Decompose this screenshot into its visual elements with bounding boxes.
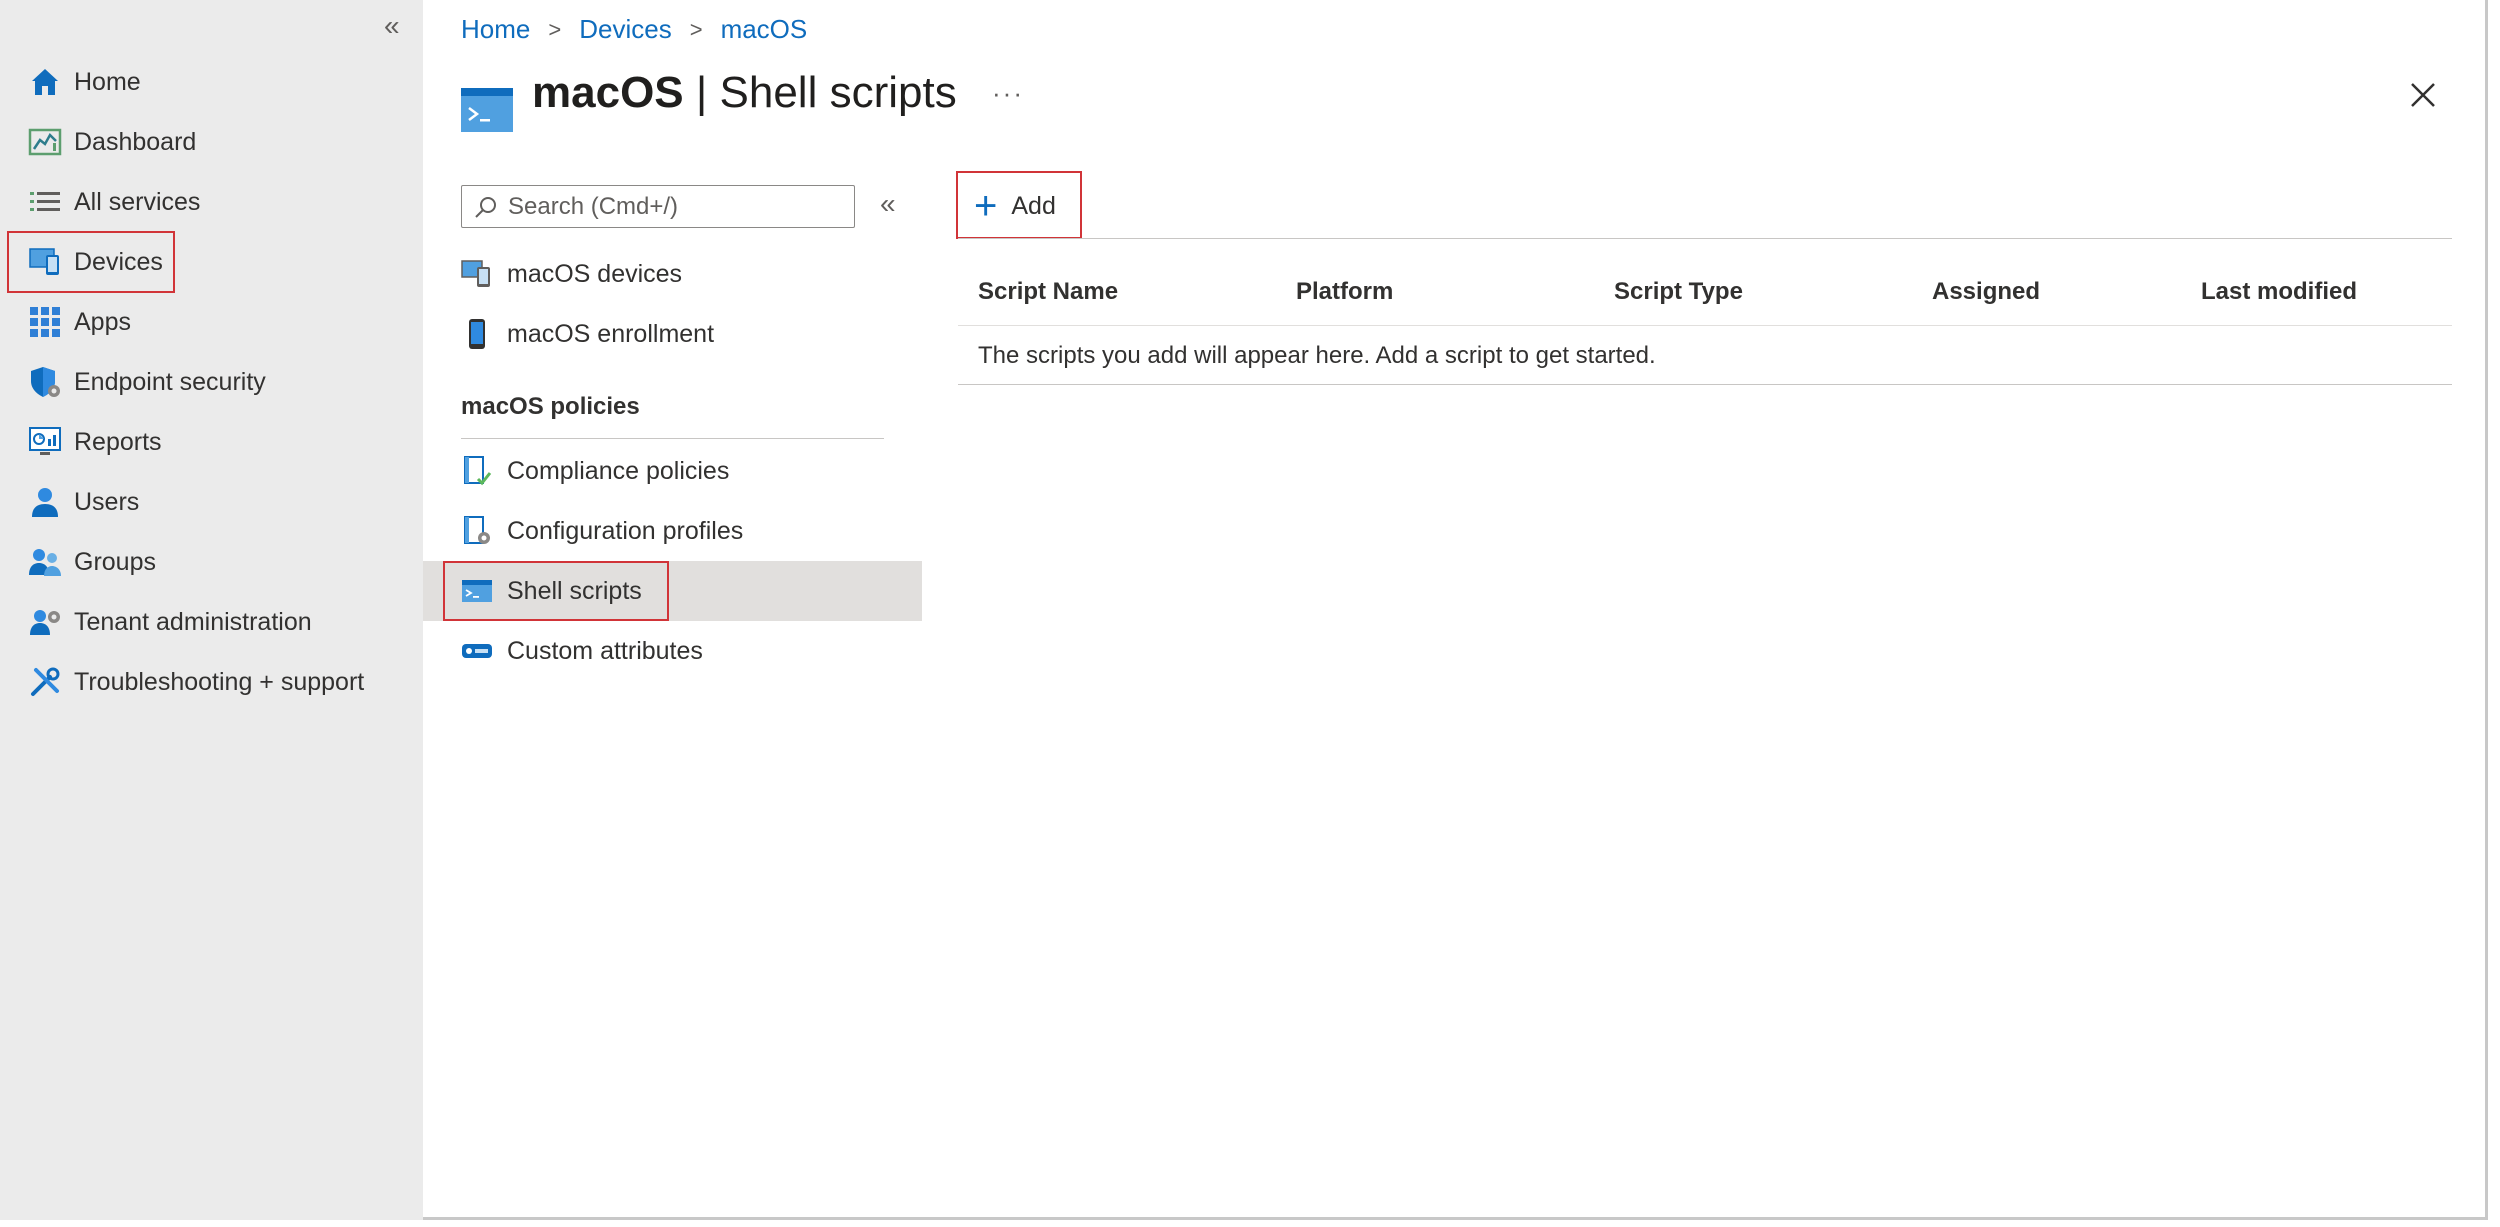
nav-item-tenant-administration[interactable]: Tenant administration [28, 592, 312, 652]
nav-item-apps[interactable]: Apps [28, 292, 131, 352]
more-options-button[interactable]: ··· [992, 78, 1024, 109]
macos-devices-icon [461, 258, 493, 290]
breadcrumb-devices[interactable]: Devices [579, 14, 671, 45]
tenant-admin-icon [28, 605, 62, 639]
nav-item-home[interactable]: Home [28, 52, 141, 112]
app-window: « Home Dashboard All services Devices Ap… [0, 0, 2488, 1220]
shield-gear-icon [28, 365, 62, 399]
search-icon [475, 196, 496, 218]
subnav-item-configuration-profiles[interactable]: Configuration profiles [461, 501, 743, 561]
custom-attributes-icon [461, 635, 493, 667]
left-navigation: « Home Dashboard All services Devices Ap… [0, 0, 423, 1220]
nav-item-label: Home [74, 67, 141, 96]
column-header-last-modified[interactable]: Last modified [2201, 278, 2357, 306]
breadcrumb-macos[interactable]: macOS [721, 14, 808, 45]
nav-item-reports[interactable]: Reports [28, 412, 162, 472]
column-header-script-name[interactable]: Script Name [978, 278, 1118, 306]
section-title-macos-policies: macOS policies [461, 393, 640, 420]
column-header-platform[interactable]: Platform [1296, 278, 1393, 306]
subnav-item-macos-devices[interactable]: macOS devices [461, 244, 682, 304]
table-bottom-divider [958, 384, 2452, 385]
add-highlight-box [956, 171, 1082, 239]
groups-icon [28, 545, 62, 579]
phone-enrollment-icon [461, 318, 493, 350]
nav-item-dashboard[interactable]: Dashboard [28, 112, 196, 172]
toolbar-divider [958, 238, 2452, 239]
apps-grid-icon [28, 305, 62, 339]
dashboard-icon [28, 125, 62, 159]
nav-item-troubleshooting-support[interactable]: Troubleshooting + support [28, 652, 364, 712]
nav-item-groups[interactable]: Groups [28, 532, 156, 592]
nav-item-label: Reports [74, 427, 162, 456]
table-header-divider [958, 325, 2452, 326]
breadcrumb: Home > Devices > macOS [461, 14, 807, 45]
subnav-item-label: Configuration profiles [507, 516, 744, 545]
nav-item-users[interactable]: Users [28, 472, 139, 532]
nav-item-label: Users [74, 487, 140, 516]
nav-item-label: Groups [74, 547, 156, 576]
nav-item-all-services[interactable]: All services [28, 172, 200, 232]
devices-highlight-box [7, 231, 175, 293]
search-placeholder: Search (Cmd+/) [508, 192, 679, 220]
config-profile-icon [461, 515, 493, 547]
subnav-item-label: Custom attributes [507, 636, 703, 665]
column-header-assigned[interactable]: Assigned [1932, 278, 2040, 306]
collapse-subnav-icon[interactable]: « [880, 188, 896, 220]
tools-icon [28, 665, 62, 699]
nav-item-label: Endpoint security [74, 367, 266, 396]
shell-scripts-highlight-box [443, 561, 669, 621]
chevron-right-icon: > [689, 16, 703, 42]
nav-item-label: Tenant administration [74, 607, 312, 636]
search-input[interactable]: Search (Cmd+/) [461, 185, 855, 228]
subnav-item-custom-attributes[interactable]: Custom attributes [461, 621, 703, 681]
nav-item-label: All services [74, 187, 201, 216]
section-divider [461, 438, 884, 439]
nav-item-label: Troubleshooting + support [74, 667, 365, 696]
subnav-item-label: macOS enrollment [507, 319, 715, 348]
chevron-right-icon: > [548, 16, 562, 42]
shell-script-icon [461, 88, 513, 132]
reports-icon [28, 425, 62, 459]
subnav-item-label: Compliance policies [507, 456, 730, 485]
nav-item-label: Dashboard [74, 127, 197, 156]
user-icon [28, 485, 62, 519]
subnav-item-label: macOS devices [507, 259, 683, 288]
close-icon[interactable] [2406, 78, 2440, 112]
collapse-nav-icon[interactable]: « [384, 10, 400, 42]
list-icon [28, 185, 62, 219]
column-header-script-type[interactable]: Script Type [1614, 278, 1743, 306]
page-title: macOS | Shell scripts [532, 68, 957, 117]
nav-item-endpoint-security[interactable]: Endpoint security [28, 352, 266, 412]
subnav-item-compliance-policies[interactable]: Compliance policies [461, 441, 729, 501]
subnav-item-macos-enrollment[interactable]: macOS enrollment [461, 304, 714, 364]
home-icon [28, 65, 62, 99]
empty-table-message: The scripts you add will appear here. Ad… [978, 342, 1656, 369]
nav-item-label: Apps [74, 307, 131, 336]
breadcrumb-home[interactable]: Home [461, 14, 530, 45]
compliance-icon [461, 455, 493, 487]
